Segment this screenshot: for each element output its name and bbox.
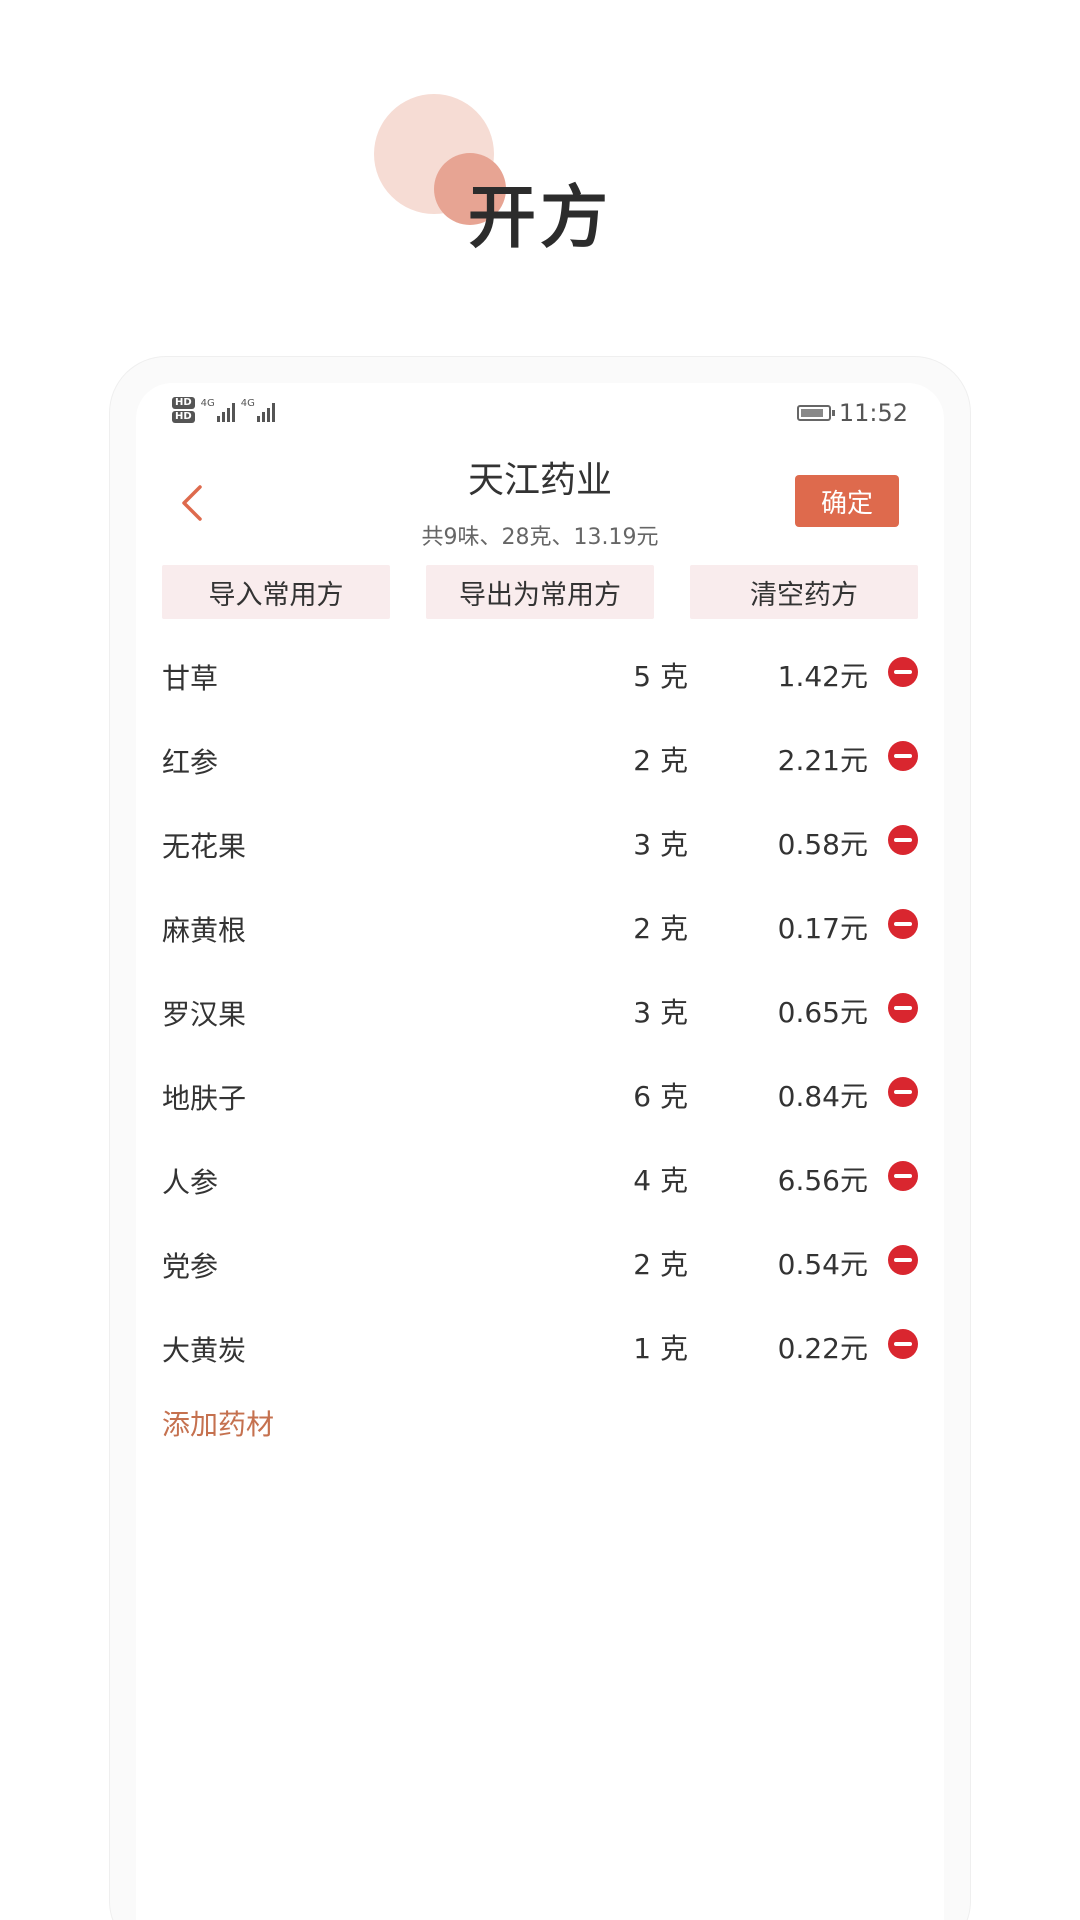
remove-icon[interactable] xyxy=(888,1245,918,1275)
remove-icon[interactable] xyxy=(888,741,918,771)
herb-price: 0.65元 xyxy=(777,996,868,1029)
herb-price: 0.58元 xyxy=(777,828,868,861)
remove-icon[interactable] xyxy=(888,657,918,687)
herb-quantity[interactable]: 2 克 xyxy=(633,1243,688,1283)
herb-quantity[interactable]: 3 克 xyxy=(633,823,688,863)
hd-indicators: HD HD xyxy=(172,397,195,423)
add-herb-link[interactable]: 添加药材 xyxy=(162,1403,274,1443)
herb-name: 人参 xyxy=(162,1166,219,1199)
network-type-2: 4G xyxy=(240,398,255,409)
list-item: 甘草 5 克 1.42元 xyxy=(162,631,918,715)
remove-icon[interactable] xyxy=(888,1077,918,1107)
phone-screen: HD HD 4G 4G 11:52 天江药业 共9味、28克、13.19元 确定… xyxy=(136,383,944,1920)
herb-price: 0.54元 xyxy=(777,1248,868,1281)
herb-name: 地肤子 xyxy=(162,1082,247,1115)
herb-name: 麻黄根 xyxy=(162,914,247,947)
clear-prescription-button[interactable]: 清空药方 xyxy=(690,565,918,619)
export-common-button[interactable]: 导出为常用方 xyxy=(426,565,654,619)
signal-icon-1: 4G xyxy=(201,398,235,422)
list-item: 无花果 3 克 0.58元 xyxy=(162,799,918,883)
herb-price: 0.22元 xyxy=(777,1332,868,1365)
status-bar-right: 11:52 xyxy=(796,399,908,427)
remove-icon[interactable] xyxy=(888,993,918,1023)
herb-name: 甘草 xyxy=(162,662,219,695)
list-item: 地肤子 6 克 0.84元 xyxy=(162,1051,918,1135)
hd-badge-2: HD xyxy=(172,411,195,423)
herb-quantity[interactable]: 2 克 xyxy=(633,739,688,779)
confirm-button[interactable]: 确定 xyxy=(795,475,899,527)
remove-icon[interactable] xyxy=(888,909,918,939)
signal-icon-2: 4G xyxy=(241,398,275,422)
herb-name: 红参 xyxy=(162,746,219,779)
phone-frame: HD HD 4G 4G 11:52 天江药业 共9味、28克、13.19元 确定… xyxy=(110,357,970,1920)
page-title: 开方 xyxy=(467,178,612,258)
herb-quantity[interactable]: 1 克 xyxy=(633,1327,688,1367)
list-item: 红参 2 克 2.21元 xyxy=(162,715,918,799)
list-item: 麻黄根 2 克 0.17元 xyxy=(162,883,918,967)
herb-price: 6.56元 xyxy=(777,1164,868,1197)
remove-icon[interactable] xyxy=(888,1329,918,1359)
herb-name: 大黄炭 xyxy=(162,1334,247,1367)
remove-icon[interactable] xyxy=(888,1161,918,1191)
herb-price: 0.84元 xyxy=(777,1080,868,1113)
status-bar-left: HD HD 4G 4G xyxy=(172,397,275,423)
herb-price: 2.21元 xyxy=(777,744,868,777)
herb-quantity[interactable]: 2 克 xyxy=(633,907,688,947)
herb-name: 无花果 xyxy=(162,830,247,863)
herb-name: 党参 xyxy=(162,1250,219,1283)
herb-quantity[interactable]: 3 克 xyxy=(633,991,688,1031)
herb-quantity[interactable]: 5 克 xyxy=(633,655,688,695)
page: 开方 HD HD 4G 4G 11:52 天江药业 共9味、28克、13.19元… xyxy=(0,0,1080,1920)
remove-icon[interactable] xyxy=(888,825,918,855)
network-type-1: 4G xyxy=(200,398,215,409)
list-item: 大黄炭 1 克 0.22元 xyxy=(162,1303,918,1387)
list-item: 党参 2 克 0.54元 xyxy=(162,1219,918,1303)
status-time: 11:52 xyxy=(838,399,908,427)
herb-name: 罗汉果 xyxy=(162,998,247,1031)
import-common-button[interactable]: 导入常用方 xyxy=(162,565,390,619)
herb-list: 甘草 5 克 1.42元 红参 2 克 2.21元 无花果 3 克 0.58元 xyxy=(162,631,918,1387)
list-item: 人参 4 克 6.56元 xyxy=(162,1135,918,1219)
herb-price: 1.42元 xyxy=(777,660,868,693)
action-bar: 导入常用方 导出为常用方 清空药方 xyxy=(162,565,918,619)
herb-quantity[interactable]: 4 克 xyxy=(633,1159,688,1199)
list-item: 罗汉果 3 克 0.65元 xyxy=(162,967,918,1051)
herb-price: 0.17元 xyxy=(777,912,868,945)
battery-icon xyxy=(796,405,835,421)
hd-badge-1: HD xyxy=(172,397,195,409)
herb-quantity[interactable]: 6 克 xyxy=(633,1075,688,1115)
